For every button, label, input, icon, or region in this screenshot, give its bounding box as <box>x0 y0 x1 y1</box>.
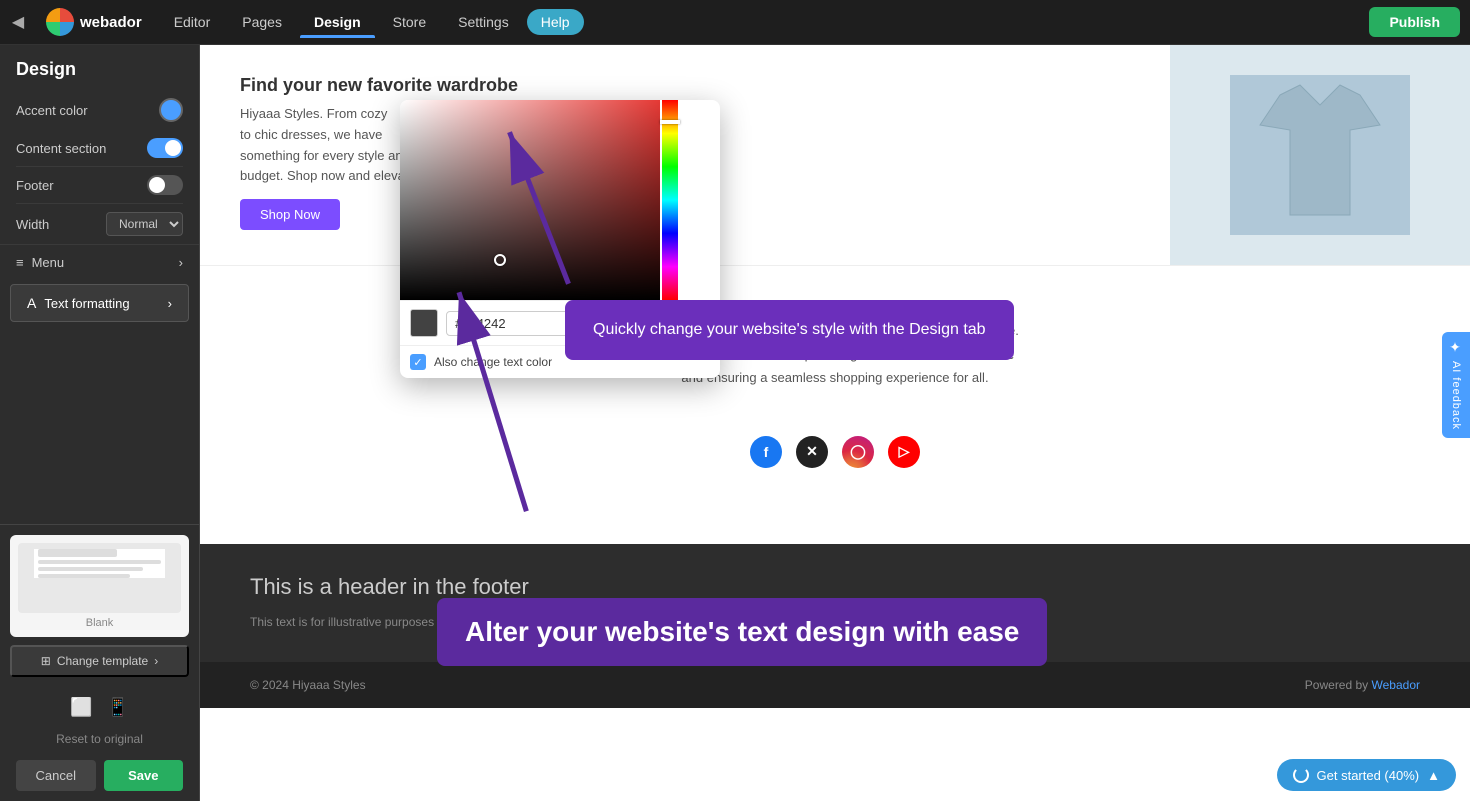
mobile-device-button[interactable]: 📱 <box>107 697 129 718</box>
left-sidebar: Design Accent color Content section Foot… <box>0 45 200 801</box>
width-select[interactable]: Normal <box>106 212 183 236</box>
template-thumb-label: Blank <box>18 617 181 629</box>
menu-icon: ≡ <box>16 255 24 270</box>
nav-editor[interactable]: Editor <box>160 8 225 36</box>
text-formatting-label: Text formatting <box>44 296 129 311</box>
logo[interactable]: webador <box>36 8 152 36</box>
social-row: f ✕ ◯ ▷ <box>200 420 1470 484</box>
change-template-button[interactable]: ⊞ Change template › <box>10 645 189 677</box>
text-format-icon: A <box>27 295 36 311</box>
width-label: Width <box>16 217 49 232</box>
site-preview: Find your new favorite wardrobe Hiyaaa S… <box>200 45 1470 801</box>
get-started-bar[interactable]: Get started (40%) ▲ <box>1277 759 1456 791</box>
top-nav: ◀ webador Editor Pages Design Store Sett… <box>0 0 1470 45</box>
callout-bottom: Alter your website's text design with ea… <box>437 598 1047 666</box>
publish-button[interactable]: Publish <box>1369 7 1460 37</box>
accent-color-row: Accent color <box>16 90 183 130</box>
text-formatting-item[interactable]: A Text formatting › <box>10 284 189 322</box>
hero-section: Find your new favorite wardrobe Hiyaaa S… <box>200 45 1470 265</box>
content-section-toggle[interactable] <box>147 138 183 158</box>
also-change-label: Also change text color <box>434 355 552 369</box>
also-change-checkbox[interactable]: ✓ <box>410 354 426 370</box>
menu-item[interactable]: ≡ Menu › <box>0 244 199 280</box>
footer-toggle[interactable] <box>147 175 183 195</box>
content-section-row: Content section <box>16 130 183 167</box>
facebook-icon[interactable]: f <box>750 436 782 468</box>
chevron-up-icon: ▲ <box>1427 768 1440 783</box>
nav-design[interactable]: Design <box>300 8 375 36</box>
text-format-chevron-icon: › <box>168 296 172 311</box>
logo-text: webador <box>80 14 142 31</box>
device-row: ⬜ 📱 <box>0 687 199 728</box>
back-button[interactable]: ◀ <box>0 0 36 45</box>
stars-icon: ✦ <box>1448 340 1464 357</box>
footer-header: This is a header in the footer <box>250 574 1420 600</box>
save-button[interactable]: Save <box>104 760 184 791</box>
menu-label: Menu <box>32 255 65 270</box>
nav-store[interactable]: Store <box>379 8 440 36</box>
reset-link[interactable]: Reset to original <box>0 728 199 750</box>
main-area: Find your new favorite wardrobe Hiyaaa S… <box>200 45 1470 801</box>
cancel-button[interactable]: Cancel <box>16 760 96 791</box>
instagram-icon[interactable]: ◯ <box>842 436 874 468</box>
accent-color-label: Accent color <box>16 103 88 118</box>
color-preview-box <box>410 309 438 337</box>
hero-title: Find your new favorite wardrobe <box>240 75 1130 96</box>
grid-icon: ⊞ <box>41 654 51 668</box>
hue-cursor <box>660 120 680 124</box>
youtube-icon[interactable]: ▷ <box>888 436 920 468</box>
webador-link[interactable]: Webador <box>1372 678 1420 692</box>
nav-items: Editor Pages Design Store Settings Help <box>160 8 584 36</box>
hero-shirt-illustration <box>1230 75 1410 235</box>
gradient-cursor <box>494 254 506 266</box>
content-section-label: Content section <box>16 141 106 156</box>
change-template-chevron-icon: › <box>154 654 158 668</box>
hero-image <box>1170 45 1470 265</box>
shop-now-button[interactable]: Shop Now <box>240 199 340 230</box>
color-gradient-container[interactable] <box>400 100 690 300</box>
footer-row: Footer <box>16 167 183 204</box>
callout-top: Quickly change your website's style with… <box>565 300 1014 360</box>
progress-icon <box>1293 767 1309 783</box>
bottom-actions: Cancel Save <box>0 750 199 801</box>
menu-chevron-icon: › <box>179 255 183 270</box>
color-gradient-area[interactable] <box>400 100 660 300</box>
accent-color-swatch[interactable] <box>159 98 183 122</box>
nav-pages[interactable]: Pages <box>228 8 296 36</box>
help-button[interactable]: Help <box>527 9 584 35</box>
hue-strip[interactable] <box>662 100 678 300</box>
desktop-device-button[interactable]: ⬜ <box>70 697 92 718</box>
ai-feedback-tab[interactable]: ✦ AI feedback <box>1442 332 1470 438</box>
template-thumb: Blank <box>10 535 189 637</box>
template-thumb-image <box>18 543 181 613</box>
nav-settings[interactable]: Settings <box>444 8 523 36</box>
width-row: Width Normal <box>16 204 183 244</box>
template-section: Blank ⊞ Change template › <box>0 524 199 687</box>
footer-copyright: © 2024 Hiyaaa Styles Powered by Webador <box>200 662 1470 708</box>
logo-icon <box>46 8 74 36</box>
footer-label: Footer <box>16 178 54 193</box>
twitter-x-icon[interactable]: ✕ <box>796 436 828 468</box>
sidebar-title: Design <box>0 45 199 90</box>
